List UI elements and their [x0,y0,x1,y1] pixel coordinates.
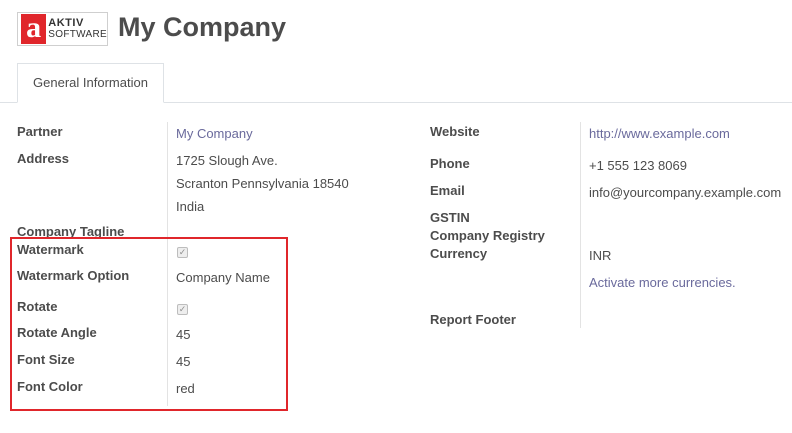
website-link[interactable]: http://www.example.com [589,126,730,141]
logo-line2: SOFTWARE [48,29,107,40]
email-value: info@yourcompany.example.com [589,185,782,200]
activate-currencies-link[interactable]: Activate more currencies. [589,275,736,290]
right-column-divider [580,122,581,328]
address-city-state: Scranton Pennsylvania 18540 [176,176,349,191]
logo-text: AKTIV SOFTWARE [48,17,107,41]
page-title: My Company [118,12,287,42]
company-registry-label: Company Registry [430,228,545,243]
logo-line1: AKTIV [48,17,84,29]
currency-value[interactable]: INR [589,248,611,263]
logo-mark: a [21,13,47,44]
partner-label: Partner [17,124,63,139]
watermark-settings-highlight [10,237,288,411]
report-footer-label: Report Footer [430,312,516,327]
gstin-label: GSTIN [430,210,470,225]
email-label: Email [430,183,465,198]
company-logo: a AKTIV SOFTWARE [17,12,108,46]
phone-label: Phone [430,156,470,171]
tab-general-information[interactable]: General Information [17,63,164,103]
address-country: India [176,199,205,214]
address-street: 1725 Slough Ave. [176,153,278,168]
currency-label: Currency [430,246,488,261]
phone-value: +1 555 123 8069 [589,158,687,173]
address-label: Address [17,151,70,166]
website-label: Website [430,124,480,139]
partner-link[interactable]: My Company [176,126,253,141]
